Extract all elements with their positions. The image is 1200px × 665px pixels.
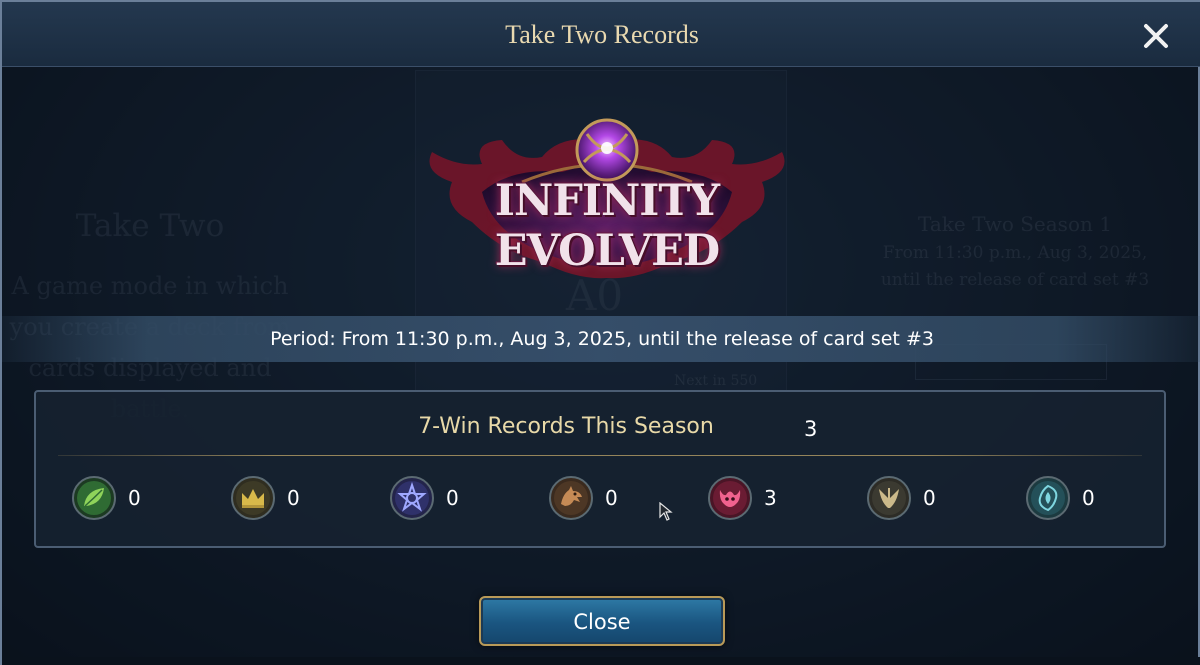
period-banner: Period: From 11:30 p.m., Aug 3, 2025, un… bbox=[2, 316, 1200, 362]
records-title-row: 7-Win Records This Season bbox=[36, 414, 1168, 439]
logo-title: INFINITY EVOLVED bbox=[494, 176, 720, 276]
star-circle-icon bbox=[390, 476, 434, 520]
modal-title: Take Two Records bbox=[505, 20, 699, 49]
bottom-strip bbox=[2, 657, 1200, 665]
swirl-icon bbox=[1026, 476, 1070, 520]
demon-icon bbox=[708, 476, 752, 520]
class-record-forest: 0 bbox=[72, 476, 192, 520]
records-modal: Take Two Records INFINITY EVOLVED Period… bbox=[0, 0, 1200, 665]
class-record-dragon: 0 bbox=[549, 476, 669, 520]
close-icon[interactable] bbox=[1140, 20, 1172, 52]
records-total: 3 bbox=[804, 417, 818, 441]
class-record-haven: 0 bbox=[867, 476, 987, 520]
mouse-cursor-icon bbox=[659, 501, 675, 522]
modal-header: Take Two Records bbox=[2, 2, 1200, 67]
take-two-records-screen: Take Two A game mode in which you create… bbox=[0, 0, 1200, 665]
leaf-icon bbox=[72, 476, 116, 520]
class-record-portal: 0 bbox=[1026, 476, 1146, 520]
class-count: 0 bbox=[1082, 486, 1095, 510]
records-divider bbox=[58, 455, 1142, 456]
class-count: 0 bbox=[287, 486, 300, 510]
class-record-abyss: 3 bbox=[708, 476, 828, 520]
infinity-evolved-logo: INFINITY EVOLVED bbox=[412, 112, 802, 287]
dragon-icon bbox=[549, 476, 593, 520]
class-count: 0 bbox=[446, 486, 459, 510]
records-panel: 7-Win Records This Season 3 0 0 0 0 3 0 … bbox=[34, 390, 1166, 548]
class-count: 3 bbox=[764, 486, 777, 510]
class-count: 0 bbox=[605, 486, 618, 510]
class-record-sword: 0 bbox=[231, 476, 351, 520]
class-count: 0 bbox=[923, 486, 936, 510]
class-record-rune: 0 bbox=[390, 476, 510, 520]
crown-icon bbox=[231, 476, 275, 520]
period-text: Period: From 11:30 p.m., Aug 3, 2025, un… bbox=[270, 328, 934, 350]
wing-icon bbox=[867, 476, 911, 520]
close-button[interactable]: Close bbox=[479, 596, 725, 646]
close-button-label: Close bbox=[573, 610, 631, 634]
records-title: 7-Win Records This Season bbox=[418, 414, 714, 439]
class-count: 0 bbox=[128, 486, 141, 510]
